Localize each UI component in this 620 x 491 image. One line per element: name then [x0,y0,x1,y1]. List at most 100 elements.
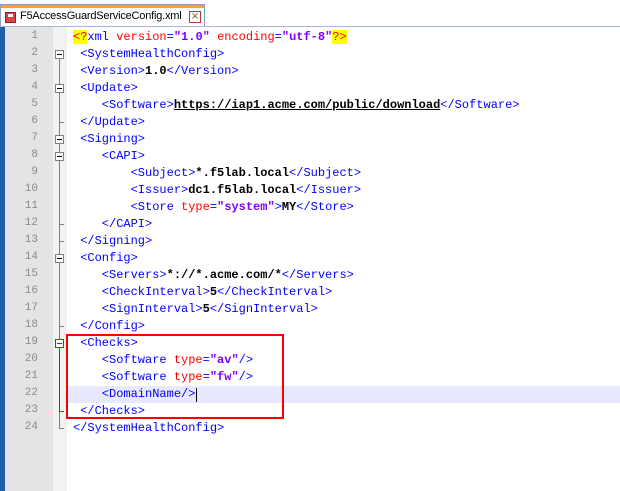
code-line[interactable]: 8 <CAPI> [0,148,620,165]
code-text[interactable]: <Issuer>dc1.f5lab.local</Issuer> [73,183,361,198]
code-text[interactable]: <?xml version="1.0" encoding="utf-8"?> [73,30,347,45]
line-number: 3 [31,64,38,76]
token-tag: </Config> [73,319,146,333]
code-text[interactable]: <Software>https://iap1.acme.com/public/d… [73,98,520,113]
token-attr: encoding [217,30,275,44]
code-line[interactable]: 10 <Issuer>dc1.f5lab.local</Issuer> [0,182,620,199]
token-tag: </Store> [296,200,354,214]
code-line[interactable]: 5 <Software>https://iap1.acme.com/public… [0,97,620,114]
line-number: 20 [24,353,38,365]
token-txt: 5 [202,302,210,316]
fold-toggle-icon[interactable] [55,339,64,348]
token-tag: </Issuer> [296,183,362,197]
code-line[interactable]: 2 <SystemHealthConfig> [0,46,620,63]
code-text[interactable]: <Update> [73,81,138,96]
line-number: 4 [31,81,38,93]
code-text[interactable]: <Version>1.0</Version> [73,64,238,79]
token-val: "1.0" [173,30,210,44]
line-number: 11 [24,200,38,212]
line-number: 1 [31,30,38,42]
code-text[interactable]: </SystemHealthConfig> [73,421,224,436]
code-line[interactable]: 17 <SignInterval>5</SignInterval> [0,301,620,318]
fold-guide-line [59,160,60,224]
token-txt: MY [281,200,297,214]
code-text[interactable]: <Servers>*://*.acme.com/*</Servers> [73,268,354,283]
code-text[interactable]: <Config> [73,251,138,266]
token-txt: 5 [209,285,218,299]
code-line[interactable]: 7 <Signing> [0,131,620,148]
token-tag: <Subject> [73,166,196,180]
token-tag: <Issuer> [73,183,189,197]
code-line[interactable]: 11 <Store type="system">MY</Store> [0,199,620,216]
code-line[interactable]: 18 </Config> [0,318,620,335]
code-line[interactable]: 15 <Servers>*://*.acme.com/*</Servers> [0,267,620,284]
fold-toggle-icon[interactable] [55,84,64,93]
token-tag: <Version> [73,64,146,78]
token-txt: 1.0 [145,64,167,78]
code-line[interactable]: 13 </Signing> [0,233,620,250]
code-text[interactable]: <CheckInterval>5</CheckInterval> [73,285,332,300]
line-number: 23 [24,404,38,416]
token-tag: </Signing> [73,234,153,248]
fold-guide-line [59,92,60,122]
code-text[interactable]: <Signing> [73,132,145,147]
code-line[interactable]: 9 <Subject>*.f5lab.local</Subject> [0,165,620,182]
token-tag: </SystemHealthConfig> [73,421,225,435]
tab-label: F5AccessGuardServiceConfig.xml [20,10,182,22]
token-decl: ?> [332,30,347,44]
fold-toggle-icon[interactable] [55,135,64,144]
line-number: 6 [31,115,38,127]
fold-end-marker [59,241,64,242]
code-line[interactable]: 6 </Update> [0,114,620,131]
token-tag: <Signing> [73,132,146,146]
fold-guide-line [59,262,60,326]
code-line[interactable]: 24 </SystemHealthConfig> [0,420,620,437]
code-line[interactable]: 1 <?xml version="1.0" encoding="utf-8"?> [0,29,620,46]
close-icon[interactable]: × [189,11,201,23]
token-tag: <SignInterval> [73,302,203,316]
token-decl: <? [73,30,88,44]
line-number: 13 [24,234,38,246]
token-tag: = [209,200,218,214]
line-number: 7 [31,132,38,144]
code-line[interactable]: 4 <Update> [0,80,620,97]
token-tag: <CAPI> [73,149,146,163]
code-line[interactable]: 16 <CheckInterval>5</CheckInterval> [0,284,620,301]
fold-end-marker [59,224,64,225]
token-tag: </Update> [73,115,146,129]
checks-highlight-box [66,334,284,419]
code-line[interactable]: 12 </CAPI> [0,216,620,233]
fold-toggle-icon[interactable] [55,152,64,161]
code-text[interactable]: </Signing> [73,234,152,249]
token-tag: </SignInterval> [209,302,318,316]
token-val: "system" [217,200,275,214]
fold-end-marker [59,428,64,429]
code-line[interactable]: 14 <Config> [0,250,620,267]
line-number: 8 [31,149,38,161]
code-text[interactable]: <Subject>*.f5lab.local</Subject> [73,166,361,181]
line-number: 16 [24,285,38,297]
line-number: 2 [31,47,38,59]
tab-file[interactable]: F5AccessGuardServiceConfig.xml × [0,4,205,26]
token-tag: <Update> [73,81,138,95]
token-txt: *://*.acme.com/* [166,268,282,282]
line-number: 5 [31,98,38,110]
code-text[interactable]: <Store type="system">MY</Store> [73,200,354,215]
token-tag: <Software> [73,98,174,112]
token-tag: </Subject> [289,166,362,180]
token-tag: xml [87,30,117,44]
code-text[interactable]: <CAPI> [73,149,145,164]
fold-guide-line [59,347,60,411]
code-text[interactable]: </Update> [73,115,145,130]
fold-toggle-icon[interactable] [55,254,64,263]
token-txt: *.f5lab.local [195,166,290,180]
fold-end-marker [59,326,64,327]
line-number: 19 [24,336,38,348]
token-tag: <Store [73,200,182,214]
code-line[interactable]: 3 <Version>1.0</Version> [0,63,620,80]
fold-toggle-icon[interactable] [55,50,64,59]
code-text[interactable]: </Config> [73,319,145,334]
code-text[interactable]: <SystemHealthConfig> [73,47,224,62]
code-text[interactable]: </CAPI> [73,217,152,232]
code-text[interactable]: <SignInterval>5</SignInterval> [73,302,318,317]
